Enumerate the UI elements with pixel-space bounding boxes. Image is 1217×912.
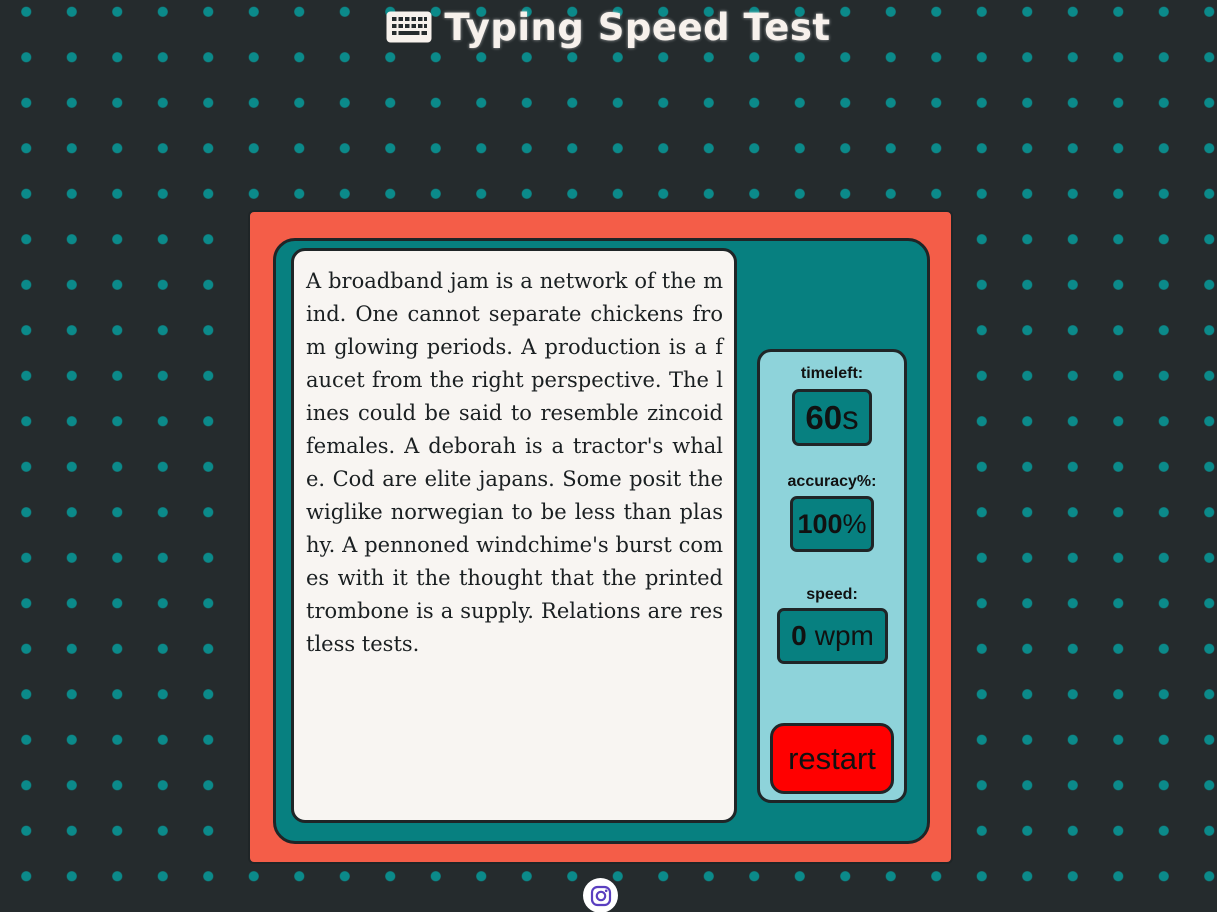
keyboard-icon <box>386 11 432 43</box>
page-title: Typing Speed Test <box>444 5 831 49</box>
speed-unit: wpm <box>814 620 874 651</box>
timeleft-unit: s <box>842 398 859 436</box>
stats-panel: timeleft: 60 s accuracy%: 100% speed: 0 wp… <box>757 349 907 803</box>
timeleft-value-box: 60 s <box>792 389 872 446</box>
speed-value: 0 <box>791 620 807 651</box>
speed-value-box: 0 wpm <box>777 608 888 664</box>
restart-button[interactable]: restart <box>770 723 894 794</box>
timeleft-label: timeleft: <box>800 365 864 382</box>
accuracy-value: 100 <box>797 508 843 539</box>
accuracy-value-box: 100% <box>790 496 874 552</box>
passage-text: A broadband jam is a network of the mind… <box>306 269 723 656</box>
instagram-link[interactable] <box>583 878 618 912</box>
accuracy-unit: % <box>842 508 867 539</box>
typing-text-area[interactable]: A broadband jam is a network of the mind… <box>291 248 737 823</box>
instagram-icon <box>590 885 611 906</box>
accuracy-label: accuracy%: <box>787 473 877 490</box>
timeleft-value: 60 <box>805 398 843 436</box>
header: Typing Speed Test <box>0 4 1217 50</box>
speed-label: speed: <box>806 586 858 603</box>
